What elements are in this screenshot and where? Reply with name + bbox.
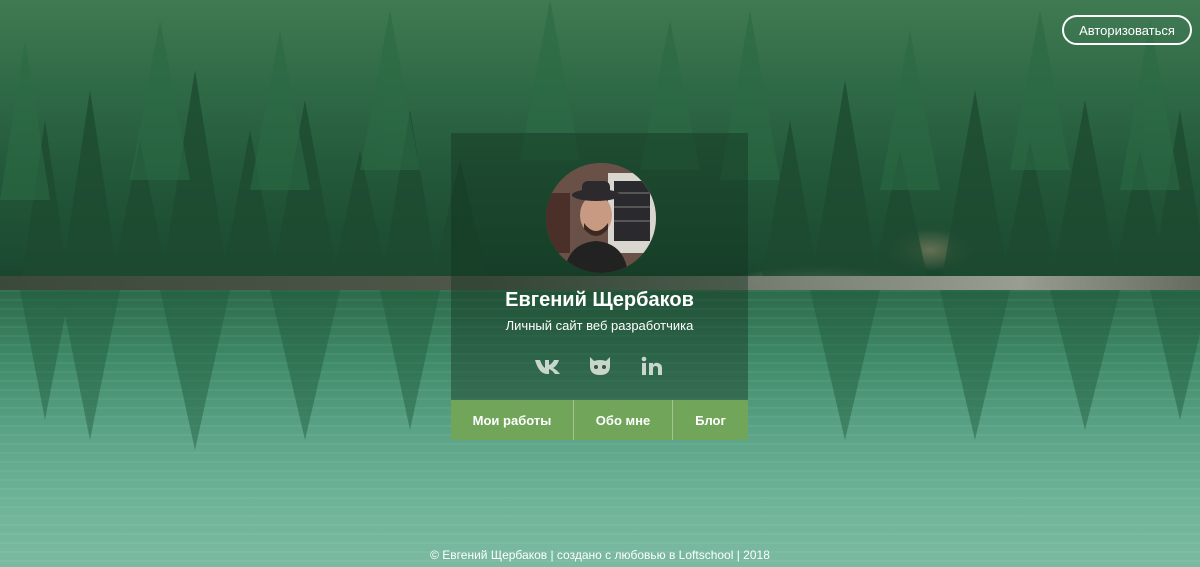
github-link[interactable] — [585, 353, 615, 379]
auth-button[interactable]: Авторизоваться — [1062, 15, 1192, 45]
linkedin-link[interactable] — [637, 353, 667, 379]
avatar — [546, 163, 656, 273]
profile-subtitle: Личный сайт веб разработчика — [505, 318, 694, 333]
page: Авторизоваться Евгений Щербаков Личный с… — [0, 0, 1200, 567]
nav-blog-button[interactable]: Блог — [672, 400, 748, 440]
footer-text: © Евгений Щербаков | создано с любовью в… — [430, 548, 770, 562]
vk-icon — [534, 360, 560, 374]
profile-name: Евгений Щербаков — [505, 289, 694, 311]
vk-link[interactable] — [533, 353, 563, 379]
profile-card: Евгений Щербаков Личный сайт веб разрабо… — [451, 133, 748, 440]
nav-about-button[interactable]: Обо мне — [573, 400, 672, 440]
linkedin-icon — [641, 356, 662, 375]
social-links — [451, 353, 748, 379]
nav-works-button[interactable]: Мои работы — [451, 400, 573, 440]
main-nav: Мои работы Обо мне Блог — [451, 400, 748, 440]
github-icon — [589, 357, 610, 375]
avatar-photo — [546, 163, 656, 273]
